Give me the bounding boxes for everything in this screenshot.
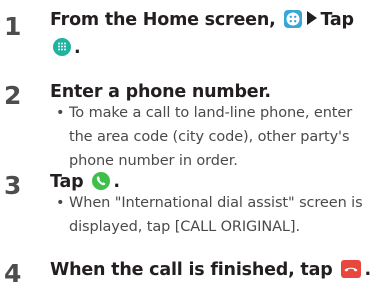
step-note: • To make a call to land-line phone, ent… (56, 101, 376, 173)
dial-icon (52, 37, 72, 64)
step-note: • When "International dial assist" scree… (56, 191, 376, 239)
step-number: 2 (4, 81, 22, 110)
step-text-end: . (74, 38, 81, 58)
step-text: When the call is finished, tap (50, 260, 333, 280)
step-number: 4 (4, 259, 22, 288)
note-text: To make a call to land-line phone, enter… (69, 105, 353, 169)
step-number: 3 (4, 171, 22, 200)
step-number: 1 (4, 12, 22, 41)
step-title: When the call is finished, tap . (50, 258, 378, 286)
note-text: When "International dial assist" screen … (69, 195, 363, 235)
step-text-end: . (113, 172, 120, 192)
step-title: From the Home screen, Tap . (50, 8, 378, 64)
apps-icon (283, 9, 303, 36)
step-text-end: . (364, 260, 371, 280)
step-text: From the Home screen, (50, 10, 276, 30)
step-text: Tap (50, 172, 84, 192)
bullet: • (56, 195, 65, 211)
arrow-right-icon (307, 11, 318, 25)
end-call-icon (340, 259, 362, 286)
bullet: • (56, 105, 65, 121)
step-text: Tap (320, 10, 354, 30)
